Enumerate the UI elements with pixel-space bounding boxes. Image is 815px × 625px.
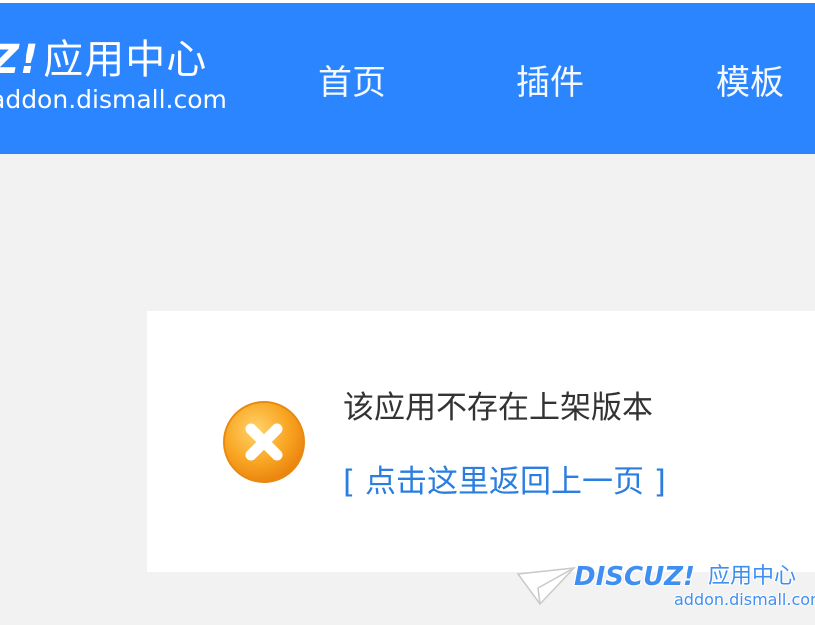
nav-home[interactable]: 首页 bbox=[318, 61, 386, 105]
logo-title: 应用中心 bbox=[43, 37, 208, 83]
watermark-brand: DISCUZ! bbox=[574, 562, 695, 592]
watermark-title: 应用中心 bbox=[708, 564, 797, 589]
logo-title-row: Z!应用中心 bbox=[0, 37, 227, 83]
watermark-domain: addon.dismall.com bbox=[674, 590, 815, 609]
paper-plane-icon bbox=[516, 567, 576, 606]
top-header: Z!应用中心 addon.dismall.com 首页 插件 模板 bbox=[0, 0, 815, 154]
site-logo[interactable]: Z!应用中心 addon.dismall.com bbox=[0, 37, 227, 115]
error-message: 该应用不存在上架版本 bbox=[343, 390, 653, 426]
error-icon bbox=[223, 401, 305, 483]
logo-mark: Z! bbox=[0, 37, 40, 83]
nav-plugins[interactable]: 插件 bbox=[516, 61, 584, 105]
nav-templates[interactable]: 模板 bbox=[716, 61, 784, 105]
back-link[interactable]: [ 点击这里返回上一页 ] bbox=[343, 460, 666, 504]
logo-domain: addon.dismall.com bbox=[0, 85, 227, 114]
watermark: DISCUZ! 应用中心 addon.dismall.com bbox=[516, 560, 815, 620]
